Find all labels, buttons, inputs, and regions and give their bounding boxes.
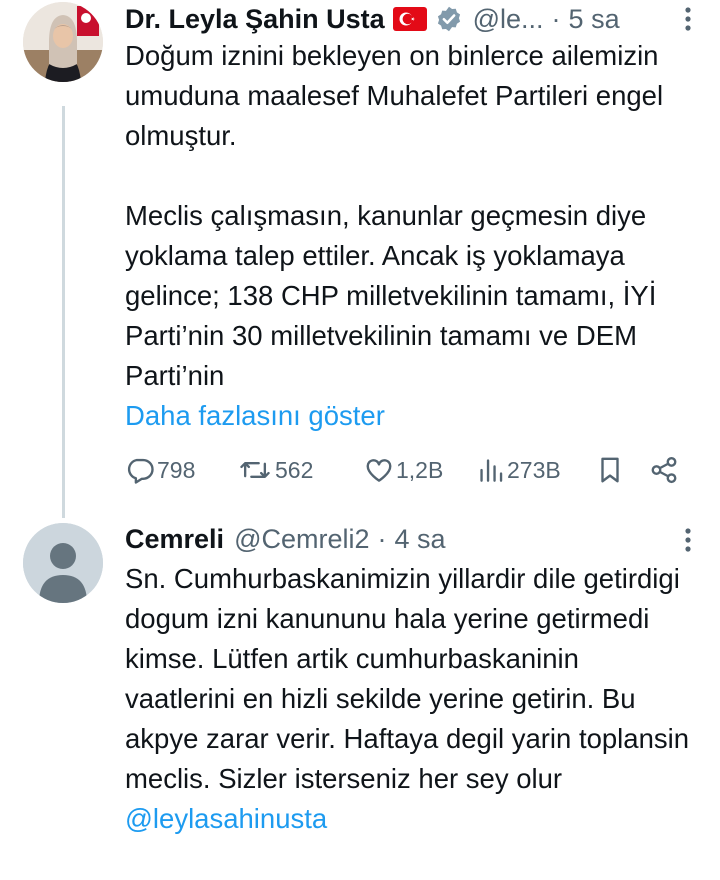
views-count: 273B xyxy=(507,456,561,483)
tweet-header: Dr. Leyla Şahin Usta @le... · 5 sa xyxy=(125,2,620,36)
more-icon[interactable] xyxy=(684,527,692,553)
more-icon[interactable] xyxy=(684,6,692,32)
mention-link[interactable]: @leylasahinusta xyxy=(125,799,695,839)
tweet-reply[interactable]: Cemreli @Cemreli2 · 4 sa Sn. Cumhurbaska… xyxy=(0,520,720,880)
tweet-time[interactable]: 5 sa xyxy=(569,4,620,35)
separator-dot: · xyxy=(377,523,387,554)
tweet-paragraph: Meclis çalışmasın, kanunlar geçmesin diy… xyxy=(125,200,657,391)
bookmark-button[interactable] xyxy=(597,452,623,488)
tweet-paragraph: Doğum iznini bekleyen on binlerce ailemi… xyxy=(125,40,664,151)
views-icon xyxy=(478,455,504,485)
tweet-main[interactable]: Dr. Leyla Şahin Usta @le... · 5 sa Doğum… xyxy=(0,0,720,520)
turkey-flag-icon xyxy=(392,7,427,31)
like-icon xyxy=(364,455,394,485)
separator-dot: · xyxy=(551,3,561,34)
thread-line xyxy=(62,106,65,518)
author-name[interactable]: Dr. Leyla Şahin Usta xyxy=(125,4,385,35)
reply-icon xyxy=(125,455,155,485)
author-handle[interactable]: @le... xyxy=(473,4,544,35)
show-more-link[interactable]: Daha fazlasını göster xyxy=(125,396,695,436)
tweet-text: Doğum iznini bekleyen on binlerce ailemi… xyxy=(125,36,695,436)
repost-count: 562 xyxy=(275,456,314,483)
share-button[interactable] xyxy=(649,452,679,488)
reply-author-handle[interactable]: @Cemreli2 xyxy=(234,524,369,555)
like-button[interactable]: 1,2B xyxy=(364,452,443,488)
reply-count: 798 xyxy=(157,456,196,483)
repost-icon xyxy=(239,455,271,485)
verified-badge-icon[interactable] xyxy=(435,5,463,33)
views-button[interactable]: 273B xyxy=(478,452,561,488)
like-count: 1,2B xyxy=(396,456,444,483)
default-avatar-icon xyxy=(23,523,103,603)
share-icon xyxy=(649,455,679,485)
bookmark-icon xyxy=(597,455,623,485)
reply-author-avatar[interactable] xyxy=(23,523,103,603)
reply-header: Cemreli @Cemreli2 · 4 sa xyxy=(125,522,446,556)
action-bar: 798 562 1,2B 273B xyxy=(125,452,695,488)
reply-time[interactable]: 4 sa xyxy=(395,524,446,555)
reply-text: Sn. Cumhurbaskanimizin yillardir dile ge… xyxy=(125,559,695,839)
reply-button[interactable]: 798 xyxy=(125,452,195,488)
author-photo-icon xyxy=(23,2,103,82)
reply-author-name[interactable]: Cemreli xyxy=(125,524,224,555)
reply-body: Sn. Cumhurbaskanimizin yillardir dile ge… xyxy=(125,563,690,794)
repost-button[interactable]: 562 xyxy=(239,452,313,488)
author-avatar[interactable] xyxy=(23,2,103,82)
